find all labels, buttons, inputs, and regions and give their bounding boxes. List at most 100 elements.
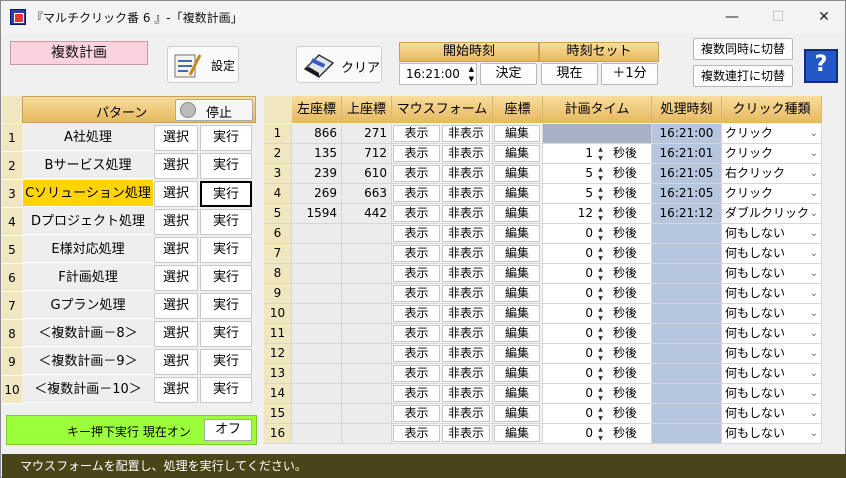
pattern-run-button[interactable]: 実行 <box>200 321 252 347</box>
show-button[interactable]: 表示 <box>393 285 440 302</box>
edit-button[interactable]: 編集 <box>494 245 540 262</box>
edit-button[interactable]: 編集 <box>494 365 540 382</box>
delay-seconds-input[interactable]: 5 <box>543 184 593 203</box>
edit-button[interactable]: 編集 <box>494 305 540 322</box>
edit-button[interactable]: 編集 <box>494 125 540 142</box>
delay-spinner-icon[interactable]: ▲ ▼ <box>596 345 605 363</box>
edit-button[interactable]: 編集 <box>494 285 540 302</box>
click-type-select[interactable]: 何もしない ⌄ <box>722 324 822 344</box>
pattern-run-button[interactable]: 実行 <box>200 181 252 207</box>
click-type-select[interactable]: 何もしない ⌄ <box>722 364 822 384</box>
delay-spinner-icon[interactable]: ▲ ▼ <box>596 285 605 303</box>
click-type-select[interactable]: 何もしない ⌄ <box>722 424 822 444</box>
delay-seconds-input[interactable]: 0 <box>543 244 593 263</box>
hide-button[interactable]: 非表示 <box>442 305 490 322</box>
hide-button[interactable]: 非表示 <box>442 125 490 142</box>
hide-button[interactable]: 非表示 <box>442 365 490 382</box>
delay-seconds-input[interactable]: 12 <box>543 204 593 223</box>
click-type-select[interactable]: 何もしない ⌄ <box>722 304 822 324</box>
pattern-select-button[interactable]: 選択 <box>154 125 198 151</box>
delay-spinner-icon[interactable]: ▲ ▼ <box>596 245 605 263</box>
click-type-select[interactable]: クリック ⌄ <box>722 144 822 164</box>
pattern-name[interactable]: Cソリューション処理 <box>23 180 153 207</box>
delay-spinner-icon[interactable]: ▲ ▼ <box>596 305 605 323</box>
click-type-select[interactable]: 右クリック ⌄ <box>722 164 822 184</box>
hide-button[interactable]: 非表示 <box>442 425 490 442</box>
start-time-input[interactable]: 16:21:00 ▲ ▼ <box>399 63 477 85</box>
delay-seconds-input[interactable]: 0 <box>543 264 593 283</box>
delay-spinner-icon[interactable]: ▲ ▼ <box>596 185 605 203</box>
hide-button[interactable]: 非表示 <box>442 205 490 222</box>
now-button[interactable]: 現在 <box>541 63 598 85</box>
show-button[interactable]: 表示 <box>393 125 440 142</box>
time-spinner-icon[interactable]: ▲ ▼ <box>469 64 474 84</box>
pattern-run-button[interactable]: 実行 <box>200 153 252 179</box>
hide-button[interactable]: 非表示 <box>442 325 490 342</box>
pattern-run-button[interactable]: 実行 <box>200 293 252 319</box>
edit-button[interactable]: 編集 <box>494 265 540 282</box>
pattern-run-button[interactable]: 実行 <box>200 237 252 263</box>
pattern-name[interactable]: ＜複数計画－10＞ <box>23 376 153 403</box>
pattern-name[interactable]: ＜複数計画－8＞ <box>23 320 153 347</box>
pattern-name[interactable]: F計画処理 <box>23 264 153 291</box>
click-type-select[interactable]: 何もしない ⌄ <box>722 404 822 424</box>
edit-button[interactable]: 編集 <box>494 425 540 442</box>
hide-button[interactable]: 非表示 <box>442 185 490 202</box>
show-button[interactable]: 表示 <box>393 165 440 182</box>
show-button[interactable]: 表示 <box>393 205 440 222</box>
click-type-select[interactable]: 何もしない ⌄ <box>722 384 822 404</box>
delay-seconds-input[interactable]: 5 <box>543 164 593 183</box>
pattern-name[interactable]: Bサービス処理 <box>23 152 153 179</box>
edit-button[interactable]: 編集 <box>494 345 540 362</box>
pattern-name[interactable]: Gプラン処理 <box>23 292 153 319</box>
pattern-select-button[interactable]: 選択 <box>154 349 198 375</box>
delay-spinner-icon[interactable]: ▲ ▼ <box>596 405 605 423</box>
settings-button[interactable]: 設定 <box>167 46 239 83</box>
pattern-run-button[interactable]: 実行 <box>200 349 252 375</box>
show-button[interactable]: 表示 <box>393 365 440 382</box>
help-icon[interactable]: ? <box>804 49 838 83</box>
plus-minute-button[interactable]: ＋1分 <box>601 63 658 85</box>
edit-button[interactable]: 編集 <box>494 165 540 182</box>
pattern-select-button[interactable]: 選択 <box>154 153 198 179</box>
stop-button[interactable]: 停止 <box>175 99 253 121</box>
pattern-select-button[interactable]: 選択 <box>154 265 198 291</box>
show-button[interactable]: 表示 <box>393 245 440 262</box>
serial-toggle-button[interactable]: 複数連打に切替 <box>693 65 793 87</box>
delay-seconds-input[interactable]: 0 <box>543 304 593 323</box>
delay-spinner-icon[interactable]: ▲ ▼ <box>596 205 605 223</box>
delay-spinner-icon[interactable]: ▲ ▼ <box>596 385 605 403</box>
show-button[interactable]: 表示 <box>393 385 440 402</box>
show-button[interactable]: 表示 <box>393 425 440 442</box>
pattern-select-button[interactable]: 選択 <box>154 209 198 235</box>
hide-button[interactable]: 非表示 <box>442 385 490 402</box>
edit-button[interactable]: 編集 <box>494 145 540 162</box>
delay-seconds-input[interactable]: 0 <box>543 404 593 423</box>
delay-seconds-input[interactable]: 0 <box>543 364 593 383</box>
close-icon[interactable]: ✕ <box>801 1 846 33</box>
show-button[interactable]: 表示 <box>393 325 440 342</box>
pattern-name[interactable]: Dプロジェクト処理 <box>23 208 153 235</box>
edit-button[interactable]: 編集 <box>494 205 540 222</box>
delay-seconds-input[interactable]: 0 <box>543 344 593 363</box>
pattern-select-button[interactable]: 選択 <box>154 293 198 319</box>
pattern-select-button[interactable]: 選択 <box>154 181 198 207</box>
click-type-select[interactable]: ダブルクリック ⌄ <box>722 204 822 224</box>
pattern-run-button[interactable]: 実行 <box>200 377 252 403</box>
show-button[interactable]: 表示 <box>393 225 440 242</box>
delay-seconds-input[interactable]: 1 <box>543 144 593 163</box>
click-type-select[interactable]: 何もしない ⌄ <box>722 284 822 304</box>
click-type-select[interactable]: 何もしない ⌄ <box>722 264 822 284</box>
clear-button[interactable]: クリア <box>296 46 382 83</box>
edit-button[interactable]: 編集 <box>494 405 540 422</box>
click-type-select[interactable]: 何もしない ⌄ <box>722 224 822 244</box>
click-type-select[interactable]: 何もしない ⌄ <box>722 244 822 264</box>
edit-button[interactable]: 編集 <box>494 185 540 202</box>
pattern-run-button[interactable]: 実行 <box>200 125 252 151</box>
pattern-name[interactable]: ＜複数計画－9＞ <box>23 348 153 375</box>
delay-seconds-input[interactable]: 0 <box>543 324 593 343</box>
simultaneous-toggle-button[interactable]: 複数同時に切替 <box>693 38 793 60</box>
edit-button[interactable]: 編集 <box>494 225 540 242</box>
show-button[interactable]: 表示 <box>393 185 440 202</box>
show-button[interactable]: 表示 <box>393 145 440 162</box>
